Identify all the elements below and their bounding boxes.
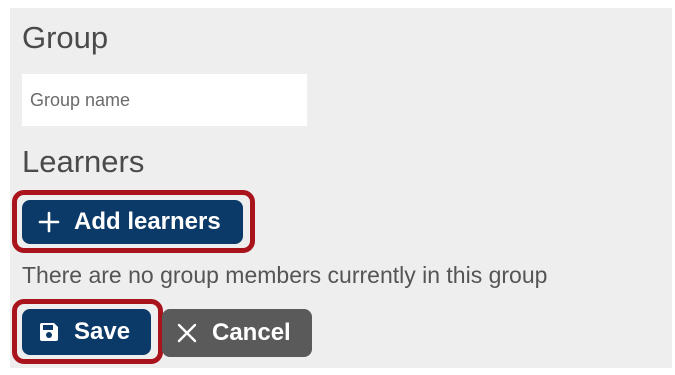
save-label: Save (74, 318, 131, 345)
cancel-label: Cancel (212, 319, 291, 346)
group-heading: Group (22, 20, 109, 55)
close-icon (176, 322, 198, 344)
learners-heading: Learners (22, 144, 145, 179)
empty-group-message: There are no group members currently in … (22, 262, 548, 288)
add-learners-button[interactable]: Add learners (22, 200, 243, 244)
save-button[interactable]: Save (22, 309, 151, 355)
cancel-button[interactable]: Cancel (162, 309, 312, 357)
group-name-input[interactable] (22, 74, 307, 126)
add-learners-label: Add learners (74, 208, 221, 235)
page: Group Learners Add learners There are no… (0, 0, 675, 375)
floppy-disk-icon (38, 321, 60, 343)
plus-icon (38, 211, 60, 233)
